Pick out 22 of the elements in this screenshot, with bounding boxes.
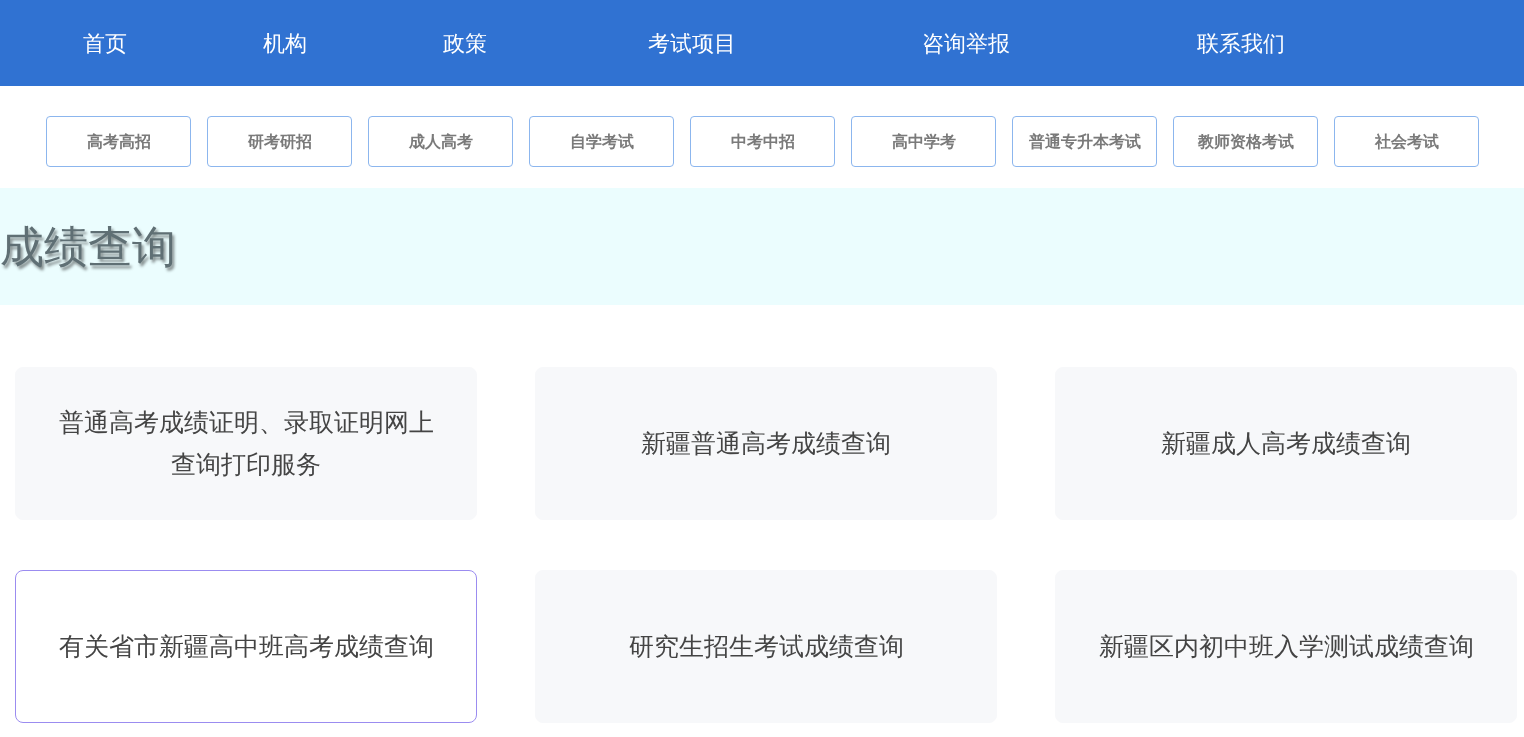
category-button[interactable]: 普通专升本考试 [1012,116,1157,167]
query-card[interactable]: 有关省市新疆高中班高考成绩查询 [15,570,477,723]
banner-title: 成绩查询 [0,219,176,274]
nav-link[interactable]: 政策 [375,26,555,60]
category-button[interactable]: 高考高招 [46,116,191,167]
query-card[interactable]: 新疆区内初中班入学测试成绩查询 [1055,570,1517,723]
nav-link[interactable]: 咨询举报 [829,26,1103,60]
nav-link[interactable]: 考试项目 [555,26,829,60]
query-card[interactable]: 研究生招生考试成绩查询 [535,570,997,723]
category-button[interactable]: 社会考试 [1334,116,1479,167]
category-button[interactable]: 研考研招 [207,116,352,167]
query-card[interactable]: 新疆成人高考成绩查询 [1055,367,1517,520]
category-button[interactable]: 成人高考 [368,116,513,167]
query-card[interactable]: 普通高考成绩证明、录取证明网上查询打印服务 [15,367,477,520]
nav-link[interactable]: 机构 [195,26,375,60]
query-card[interactable]: 新疆普通高考成绩查询 [535,367,997,520]
category-button[interactable]: 自学考试 [529,116,674,167]
category-button[interactable]: 教师资格考试 [1173,116,1318,167]
category-button[interactable]: 高中学考 [851,116,996,167]
category-button[interactable]: 中考中招 [690,116,835,167]
nav-link[interactable]: 首页 [15,26,195,60]
nav-link[interactable]: 联系我们 [1103,26,1379,60]
